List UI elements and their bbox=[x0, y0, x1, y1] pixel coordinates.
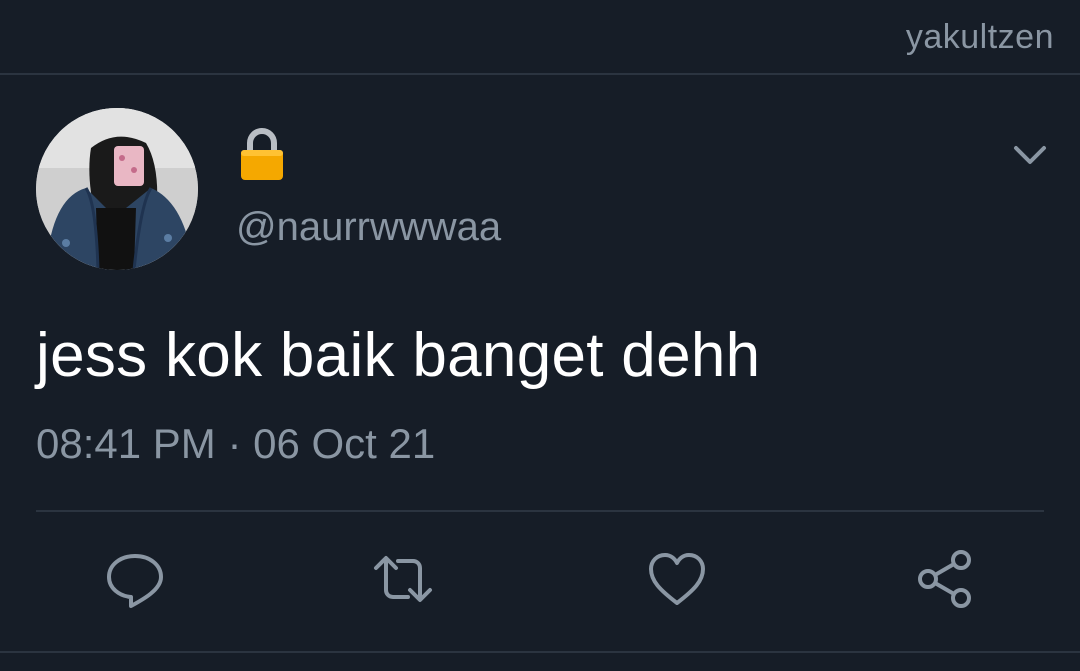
user-handle[interactable]: @naurrwwwaa bbox=[236, 205, 501, 250]
divider-bottom bbox=[0, 651, 1080, 653]
share-icon[interactable] bbox=[914, 548, 976, 610]
chevron-down-icon[interactable] bbox=[1010, 138, 1050, 170]
tweet-text: jess kok baik banget dehh bbox=[36, 321, 761, 390]
tweet-timestamp: 08:41 PM · 06 Oct 21 bbox=[36, 420, 436, 467]
avatar-image bbox=[36, 108, 198, 270]
avatar[interactable] bbox=[36, 108, 198, 270]
divider-actions bbox=[36, 510, 1044, 512]
heart-icon[interactable] bbox=[646, 548, 708, 610]
top-username: yakultzen bbox=[905, 18, 1054, 56]
retweet-icon[interactable] bbox=[372, 548, 434, 610]
divider-top bbox=[0, 73, 1080, 75]
top-bar: yakultzen bbox=[0, 0, 1080, 74]
lock-icon bbox=[238, 128, 286, 182]
reply-icon[interactable] bbox=[104, 548, 166, 610]
